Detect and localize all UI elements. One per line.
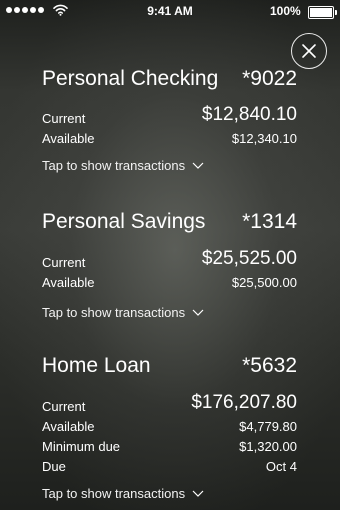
show-transactions-link[interactable]: Tap to show transactions [42, 158, 297, 173]
chevron-down-icon [192, 162, 204, 169]
balance-value: $12,840.10 [201, 104, 297, 125]
balance-value: $1,320.00 [239, 439, 297, 454]
balance-label: Current [42, 399, 86, 414]
balance-row-current: Current $176,207.80 [42, 390, 297, 416]
show-transactions-label: Tap to show transactions [42, 305, 186, 320]
close-button[interactable] [291, 33, 327, 69]
battery-percentage: 100% [270, 4, 301, 18]
account-card-personal-checking: Personal Checking *9022 Current $12,840.… [42, 67, 297, 173]
balance-label: Current [42, 111, 86, 126]
balance-value: $4,779.80 [239, 419, 297, 434]
balance-label: Available [42, 419, 95, 434]
account-name: Personal Savings [42, 210, 206, 233]
close-icon [302, 44, 316, 58]
balance-row-available: Available $4,779.80 [42, 416, 297, 436]
account-header: Personal Savings *1314 [42, 210, 297, 238]
balance-label: Available [42, 131, 95, 146]
status-bar: 9:41 AM 100% [0, 0, 340, 22]
account-header: Personal Checking *9022 [42, 67, 297, 95]
balance-row-due-date: Due Oct 4 [42, 456, 297, 476]
balance-value: $176,207.80 [191, 392, 297, 413]
chevron-down-icon [192, 309, 204, 316]
balance-value: $25,525.00 [201, 248, 297, 269]
balance-value: $25,500.00 [231, 275, 297, 290]
balance-row-current: Current $12,840.10 [42, 102, 297, 128]
account-name: Personal Checking [42, 67, 219, 90]
balance-label: Available [42, 275, 95, 290]
balance-row-available: Available $12,340.10 [42, 128, 297, 148]
chevron-down-icon [192, 490, 204, 497]
balance-label: Minimum due [42, 439, 121, 454]
balance-value: $12,340.10 [231, 131, 297, 146]
battery-full-icon [308, 6, 337, 19]
balance-label: Due [42, 459, 66, 474]
account-number: *1314 [242, 210, 297, 233]
show-transactions-link[interactable]: Tap to show transactions [42, 305, 297, 320]
show-transactions-label: Tap to show transactions [42, 158, 186, 173]
account-header: Home Loan *5632 [42, 354, 297, 382]
show-transactions-link[interactable]: Tap to show transactions [42, 486, 297, 501]
balance-row-available: Available $25,500.00 [42, 272, 297, 292]
balance-value: Oct 4 [265, 459, 297, 474]
account-card-personal-savings: Personal Savings *1314 Current $25,525.0… [42, 210, 297, 320]
show-transactions-label: Tap to show transactions [42, 486, 186, 501]
balance-label: Current [42, 255, 86, 270]
account-name: Home Loan [42, 354, 151, 377]
balance-row-minimum-due: Minimum due $1,320.00 [42, 436, 297, 456]
account-card-home-loan: Home Loan *5632 Current $176,207.80 Avai… [42, 354, 297, 501]
balance-row-current: Current $25,525.00 [42, 246, 297, 272]
account-number: *9022 [242, 67, 297, 90]
account-number: *5632 [242, 354, 297, 377]
